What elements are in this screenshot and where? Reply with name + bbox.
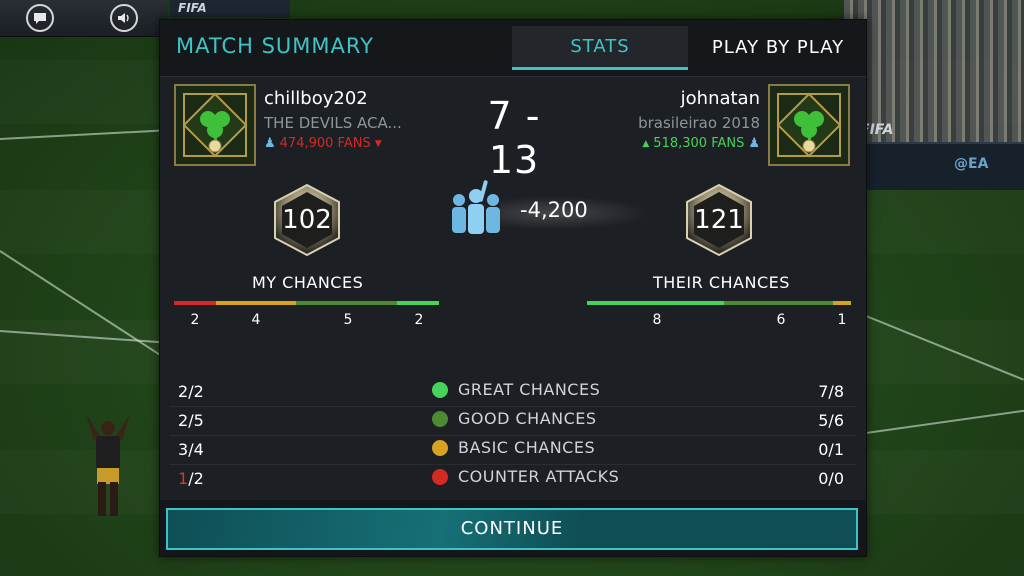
my-chances-bar bbox=[174, 301, 439, 305]
away-club-name: brasileirao 2018 bbox=[638, 114, 760, 132]
chat-bubble-icon bbox=[34, 13, 46, 24]
arrow-down-icon: ▼ bbox=[374, 138, 382, 149]
tab-stats[interactable]: STATS bbox=[512, 26, 688, 70]
my-chances-label: MY CHANCES bbox=[252, 273, 364, 292]
home-rating-hexagon: 102 bbox=[272, 183, 342, 257]
their-chances-label: THEIR CHANCES bbox=[653, 273, 790, 292]
my-chances-value: 2 bbox=[190, 312, 200, 328]
continue-button[interactable]: CONTINUE bbox=[166, 508, 858, 550]
my-chances-value: 4 bbox=[251, 312, 261, 328]
ad-text: @EA bbox=[954, 156, 989, 172]
match-score: 7 - 13 bbox=[487, 94, 541, 182]
my-chances-bar-segment bbox=[396, 301, 439, 305]
ad-board-top: FIFA bbox=[170, 0, 290, 18]
stat-away-value: 0/1 bbox=[818, 440, 844, 459]
my-chances-bar-segment bbox=[295, 301, 397, 305]
ad-text: FIFA bbox=[178, 1, 207, 15]
red-ball-icon bbox=[432, 469, 448, 485]
my-chances-value: 5 bbox=[343, 312, 353, 328]
sound-button[interactable] bbox=[110, 4, 138, 32]
yellow-ball-icon bbox=[432, 440, 448, 456]
their-chances-value: 6 bbox=[776, 312, 786, 328]
shamrock-crest-icon bbox=[770, 86, 848, 164]
stat-label: GREAT CHANCES bbox=[458, 380, 601, 399]
stat-home-value: 2/2 bbox=[178, 382, 204, 401]
dark-green-ball-icon bbox=[432, 411, 448, 427]
away-club-badge bbox=[768, 84, 850, 166]
home-rating: 102 bbox=[282, 205, 332, 235]
away-fans: ▲ 518,300 FANS ♟ bbox=[642, 136, 760, 151]
speaker-icon bbox=[118, 13, 129, 23]
away-fans-count: 518,300 FANS bbox=[653, 136, 745, 151]
home-fans-count: 474,900 FANS bbox=[279, 136, 371, 151]
stat-away-value: 5/6 bbox=[818, 411, 844, 430]
player-figure bbox=[86, 414, 130, 516]
page-title: MATCH SUMMARY bbox=[176, 34, 374, 58]
tab-play-by-play[interactable]: PLAY BY PLAY bbox=[690, 26, 866, 70]
top-toolbar bbox=[0, 0, 168, 37]
away-rating: 121 bbox=[694, 205, 744, 235]
chat-button[interactable] bbox=[26, 4, 54, 32]
their-chances-bar bbox=[587, 301, 851, 305]
stat-row-good-chances: 2/5 GOOD CHANCES 5/6 bbox=[170, 407, 856, 436]
stat-home-value: 3/4 bbox=[178, 440, 204, 459]
fans-icon: ♟ bbox=[264, 136, 276, 151]
away-player-name: johnatan bbox=[680, 88, 760, 109]
fans-icon: ♟ bbox=[748, 136, 760, 151]
panel-header: MATCH SUMMARY STATS PLAY BY PLAY bbox=[160, 20, 866, 77]
stat-row-great-chances: 2/2 GREAT CHANCES 7/8 bbox=[170, 378, 856, 407]
my-chances-value: 2 bbox=[414, 312, 424, 328]
my-chances-bar-segment bbox=[216, 301, 296, 305]
their-chances-bar-segment bbox=[832, 301, 851, 305]
home-club-badge bbox=[174, 84, 256, 166]
their-chances-value: 8 bbox=[652, 312, 662, 328]
stat-home-value: 2/5 bbox=[178, 411, 204, 430]
arrow-up-icon: ▲ bbox=[642, 138, 650, 149]
home-fans: ♟ 474,900 FANS ▼ bbox=[264, 136, 382, 151]
my-chances-bar-segment bbox=[174, 301, 217, 305]
their-chances-bar-segment bbox=[724, 301, 833, 305]
home-club-name: THE DEVILS ACA... bbox=[264, 114, 402, 132]
footer: CONTINUE bbox=[160, 500, 866, 556]
crowd-icon bbox=[452, 180, 500, 234]
stat-row-basic-chances: 3/4 BASIC CHANCES 0/1 bbox=[170, 436, 856, 465]
shamrock-crest-icon bbox=[176, 86, 254, 164]
match-summary-panel: MATCH SUMMARY STATS PLAY BY PLAY chillbo… bbox=[159, 19, 867, 557]
fan-difference: -4,200 bbox=[520, 198, 588, 222]
away-rating-hexagon: 121 bbox=[684, 183, 754, 257]
stat-label: GOOD CHANCES bbox=[458, 409, 597, 428]
ad-board: @EA FIFA bbox=[854, 122, 1024, 190]
their-chances-bar-segment bbox=[587, 301, 725, 305]
stat-home-value: 1/2 bbox=[178, 469, 204, 488]
stat-label: COUNTER ATTACKS bbox=[458, 467, 620, 486]
home-player-name: chillboy202 bbox=[264, 88, 368, 109]
stat-away-value: 0/0 bbox=[818, 469, 844, 488]
their-chances-value: 1 bbox=[837, 312, 847, 328]
green-ball-icon bbox=[432, 382, 448, 398]
stat-row-counter-attacks: 1/2 COUNTER ATTACKS 0/0 bbox=[170, 465, 856, 493]
stat-away-value: 7/8 bbox=[818, 382, 844, 401]
stat-label: BASIC CHANCES bbox=[458, 438, 596, 457]
